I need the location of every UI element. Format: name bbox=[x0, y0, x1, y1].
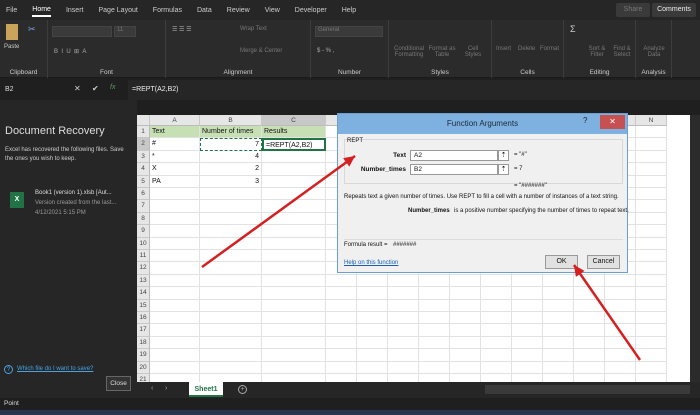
red-arrow bbox=[201, 154, 356, 269]
red-arrow-head bbox=[343, 156, 355, 167]
red-arrow bbox=[572, 264, 642, 361]
annotation-arrows bbox=[201, 154, 642, 361]
red-arrow-head bbox=[574, 265, 585, 277]
